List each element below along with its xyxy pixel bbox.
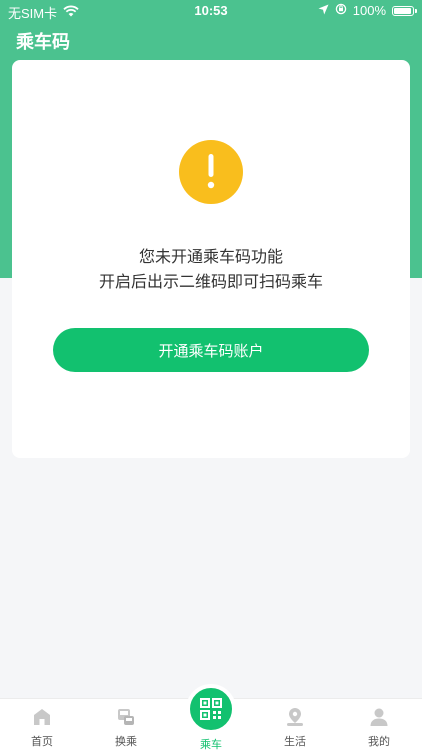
tab-life[interactable]: 生活 (253, 699, 337, 750)
screen: 无SIM卡 10:53 100% 乘车码 您未开通乘车码功能 开启后出示二维码即… (0, 0, 422, 750)
activation-card: 您未开通乘车码功能 开启后出示二维码即可扫码乘车 开通乘车码账户 (12, 60, 410, 458)
tab-mine[interactable]: 我的 (337, 699, 421, 750)
tab-ride[interactable]: 乘车 (169, 682, 253, 750)
tab-home[interactable]: 首页 (0, 699, 84, 750)
bus-transfer-icon (116, 707, 136, 727)
tab-transfer-label: 换乘 (115, 735, 137, 748)
status-bar: 无SIM卡 10:53 100% (0, 0, 422, 22)
tab-transfer[interactable]: 换乘 (84, 699, 168, 750)
location-pin-icon (285, 707, 305, 727)
orientation-lock-icon (335, 3, 347, 18)
message-line-2: 开启后出示二维码即可扫码乘车 (98, 272, 323, 291)
location-arrow-icon (318, 3, 329, 18)
battery-text: 100% (352, 3, 386, 18)
exclamation-icon (179, 140, 243, 204)
user-icon (369, 707, 389, 727)
message-line-1: 您未开通乘车码功能 (138, 247, 283, 266)
home-icon (32, 707, 52, 727)
open-account-button[interactable]: 开通乘车码账户 (53, 328, 369, 372)
battery-icon (392, 5, 417, 16)
status-right: 100% (318, 3, 417, 18)
tab-mine-label: 我的 (368, 735, 390, 748)
tab-home-label: 首页 (31, 735, 53, 748)
tab-ride-label: 乘车 (200, 738, 222, 750)
tab-life-label: 生活 (284, 735, 306, 748)
qr-code-icon (186, 684, 236, 734)
page-title: 乘车码 (16, 32, 70, 53)
